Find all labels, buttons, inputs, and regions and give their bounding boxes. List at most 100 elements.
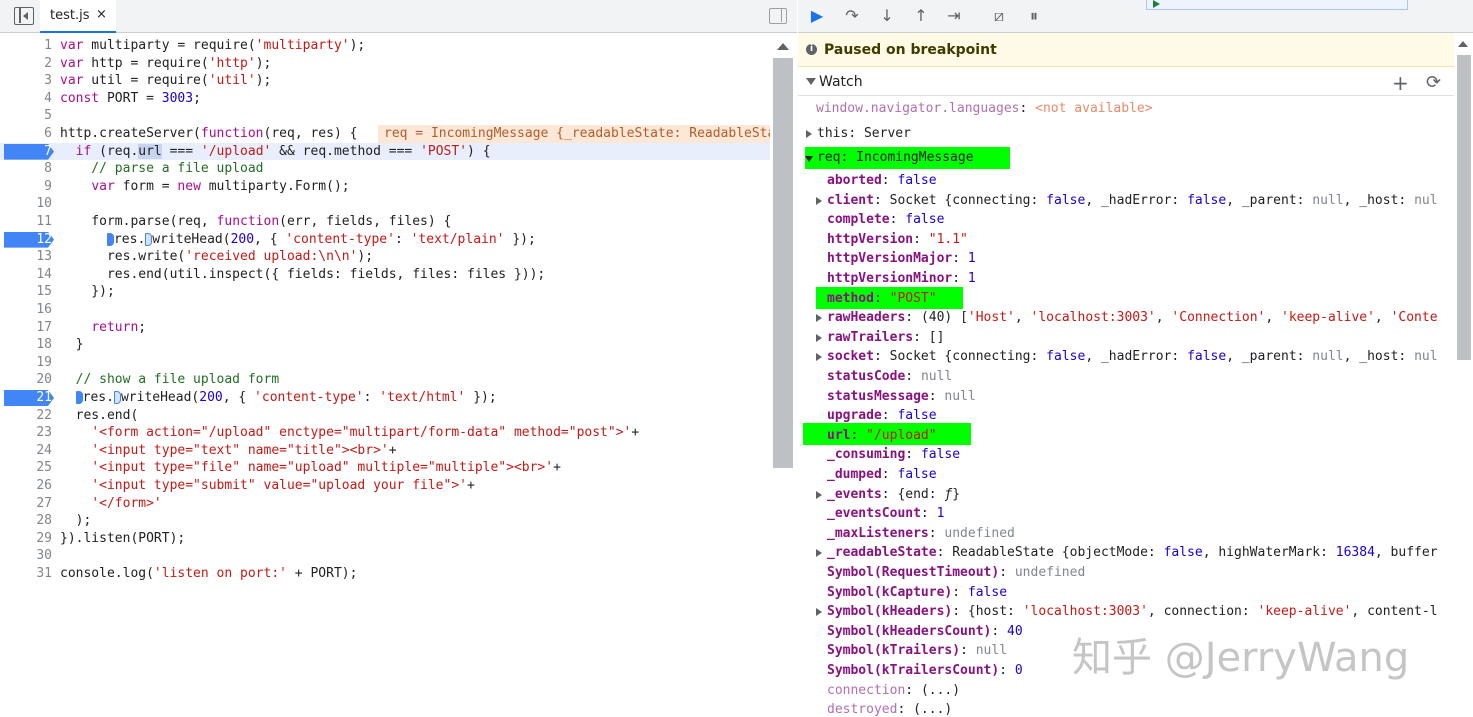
code-line[interactable]: 10 xyxy=(0,195,770,213)
line-number[interactable]: 9 xyxy=(0,178,52,196)
code-line[interactable]: 19 xyxy=(0,354,770,372)
property-row[interactable]: statusCode: null xyxy=(798,367,1454,387)
expand-arrow-icon[interactable] xyxy=(816,549,822,558)
step-into-icon[interactable]: ↓ xyxy=(876,5,898,27)
line-number[interactable]: 22 xyxy=(0,407,52,425)
property-row[interactable]: client: Socket {connecting: false, _hadE… xyxy=(798,191,1454,211)
line-number[interactable]: 31 xyxy=(0,565,52,583)
deactivate-breakpoints-icon[interactable]: ⧄ xyxy=(988,5,1010,27)
property-row[interactable]: url: "/upload" xyxy=(798,426,1454,446)
line-number[interactable]: 28 xyxy=(0,512,52,530)
add-watch-icon[interactable]: + xyxy=(1392,71,1409,95)
property-row[interactable]: socket: Socket {connecting: false, _hadE… xyxy=(798,347,1454,367)
line-number[interactable]: 8 xyxy=(0,160,52,178)
code-line[interactable]: 28 ); xyxy=(0,512,770,530)
line-number[interactable]: 10 xyxy=(0,195,52,213)
property-row[interactable]: rawHeaders: (40) ['Host', 'localhost:300… xyxy=(798,308,1454,328)
property-row[interactable]: Symbol(RequestTimeout): undefined xyxy=(798,563,1454,583)
resume-icon[interactable]: ▶ xyxy=(806,5,828,27)
line-number[interactable]: 24 xyxy=(0,442,52,460)
line-number[interactable]: 29 xyxy=(0,530,52,548)
code-line[interactable]: 31 console.log('listen on port:' + PORT); xyxy=(0,565,770,583)
toggle-navigator-icon[interactable] xyxy=(14,7,34,25)
scroll-up-arrow-icon[interactable] xyxy=(1458,41,1468,47)
watch-section-header[interactable]: Watch + ⟳ xyxy=(798,70,1454,96)
code-line[interactable]: 11 form.parse(req, function(err, fields,… xyxy=(0,213,770,231)
line-number[interactable]: 15 xyxy=(0,283,52,301)
collapse-arrow-icon[interactable] xyxy=(805,156,813,162)
property-row[interactable]: _consuming: false xyxy=(798,445,1454,465)
property-row[interactable]: rawTrailers: [] xyxy=(798,328,1454,348)
property-row[interactable]: aborted: false xyxy=(798,171,1454,191)
expand-arrow-icon[interactable] xyxy=(816,314,822,323)
code-line-current[interactable]: 7 if (req.url === '/upload' && req.metho… xyxy=(0,142,770,161)
line-number[interactable]: 20 xyxy=(0,371,52,389)
expand-arrow-icon[interactable] xyxy=(806,130,812,138)
code-line[interactable]: 1 var multiparty = require('multiparty'); xyxy=(0,37,770,55)
scrollbar-thumb[interactable] xyxy=(1457,55,1471,360)
property-row[interactable]: httpVersionMajor: 1 xyxy=(798,249,1454,269)
breakpoint-line-number[interactable]: 21 xyxy=(0,389,52,407)
line-number[interactable]: 23 xyxy=(0,424,52,442)
code-line[interactable]: 14 res.end(util.inspect({ fields: fields… xyxy=(0,266,770,284)
code-line[interactable]: 17 return; xyxy=(0,319,770,337)
property-row[interactable]: _readableState: ReadableState {objectMod… xyxy=(798,543,1454,563)
code-line[interactable]: 22 res.end( xyxy=(0,407,770,425)
property-row[interactable]: method: "POST" xyxy=(798,289,1454,309)
code-line[interactable]: 8 // parse a file upload xyxy=(0,160,770,178)
close-icon[interactable]: × xyxy=(96,7,107,22)
line-number[interactable]: 1 xyxy=(0,37,52,55)
code-line[interactable]: 26 '<input type="submit" value="upload y… xyxy=(0,477,770,495)
line-number[interactable]: 25 xyxy=(0,459,52,477)
line-number[interactable]: 30 xyxy=(0,547,52,565)
property-row[interactable]: httpVersion: "1.1" xyxy=(798,230,1454,250)
code-line[interactable]: 30 xyxy=(0,547,770,565)
breakpoint-line-number[interactable]: 12 xyxy=(0,231,52,249)
line-number[interactable]: 27 xyxy=(0,495,52,513)
expand-arrow-icon[interactable] xyxy=(816,333,822,342)
step-out-icon[interactable]: ↑ xyxy=(910,5,932,27)
property-row[interactable]: upgrade: false xyxy=(798,406,1454,426)
selected-token[interactable]: url xyxy=(138,143,162,159)
line-number[interactable]: 19 xyxy=(0,354,52,372)
scroll-up-arrow-icon[interactable] xyxy=(777,43,789,50)
property-row[interactable]: _eventsCount: 1 xyxy=(798,504,1454,524)
watch-expression[interactable]: window.navigator.languages: <not availab… xyxy=(798,99,1454,119)
line-number[interactable]: 6 xyxy=(0,125,52,143)
code-line-breakpoint[interactable]: 21 res. writeHead(200, { 'content-type': … xyxy=(0,389,770,407)
code-line[interactable]: 18 } xyxy=(0,336,770,354)
property-row[interactable]: _maxListeners: undefined xyxy=(798,524,1454,544)
code-line[interactable]: 24 '<input type="text" name="title"><br>… xyxy=(0,442,770,460)
scrollbar-thumb[interactable] xyxy=(773,58,793,468)
property-row[interactable]: httpVersionMinor: 1 xyxy=(798,269,1454,289)
breakpoint-inline-marker-icon[interactable] xyxy=(106,232,114,246)
line-number[interactable]: 11 xyxy=(0,213,52,231)
refresh-watch-icon[interactable]: ⟳ xyxy=(1426,72,1441,93)
line-number[interactable]: 18 xyxy=(0,336,52,354)
breakpoint-line-number[interactable]: 7 xyxy=(0,143,52,161)
tab-test-js[interactable]: test.js × xyxy=(40,0,116,33)
watch-expression[interactable]: req: IncomingMessage xyxy=(798,148,1454,168)
code-line[interactable]: 27 '</form>' xyxy=(0,495,770,513)
property-row[interactable]: statusMessage: null xyxy=(798,387,1454,407)
inline-value-req[interactable]: req = IncomingMessage {_readableState: R… xyxy=(378,125,770,143)
property-row[interactable]: Symbol(kHeaders): {host: 'localhost:3003… xyxy=(798,602,1454,622)
code-area[interactable]: 1 var multiparty = require('multiparty');… xyxy=(0,33,770,717)
code-line-breakpoint[interactable]: 12 res. writeHead(200, { 'content-type': … xyxy=(0,231,770,249)
code-line[interactable]: 15 }); xyxy=(0,283,770,301)
breakpoint-inline-marker-icon[interactable] xyxy=(75,391,83,404)
line-number[interactable]: 14 xyxy=(0,266,52,284)
property-row[interactable]: connection: (...) xyxy=(798,681,1454,701)
expand-arrow-icon[interactable] xyxy=(816,353,822,362)
pause-on-exceptions-icon[interactable]: ⏸ xyxy=(1023,5,1045,27)
editor-scrollbar[interactable] xyxy=(770,33,797,717)
toggle-debugger-icon[interactable] xyxy=(769,8,787,24)
code-line[interactable]: 9 var form = new multiparty.Form(); xyxy=(0,178,770,196)
line-number[interactable]: 3 xyxy=(0,72,52,90)
code-line[interactable]: 13 res.write('received upload:\n\n'); xyxy=(0,248,770,266)
watch-expression[interactable]: this: Server xyxy=(798,124,1454,144)
property-row[interactable]: _events: {end: ƒ} xyxy=(798,485,1454,505)
code-line[interactable]: 25 '<input type="file" name="upload" mul… xyxy=(0,459,770,477)
expand-triangle-icon[interactable] xyxy=(806,78,816,85)
step-icon[interactable]: ⇥ xyxy=(943,5,965,27)
